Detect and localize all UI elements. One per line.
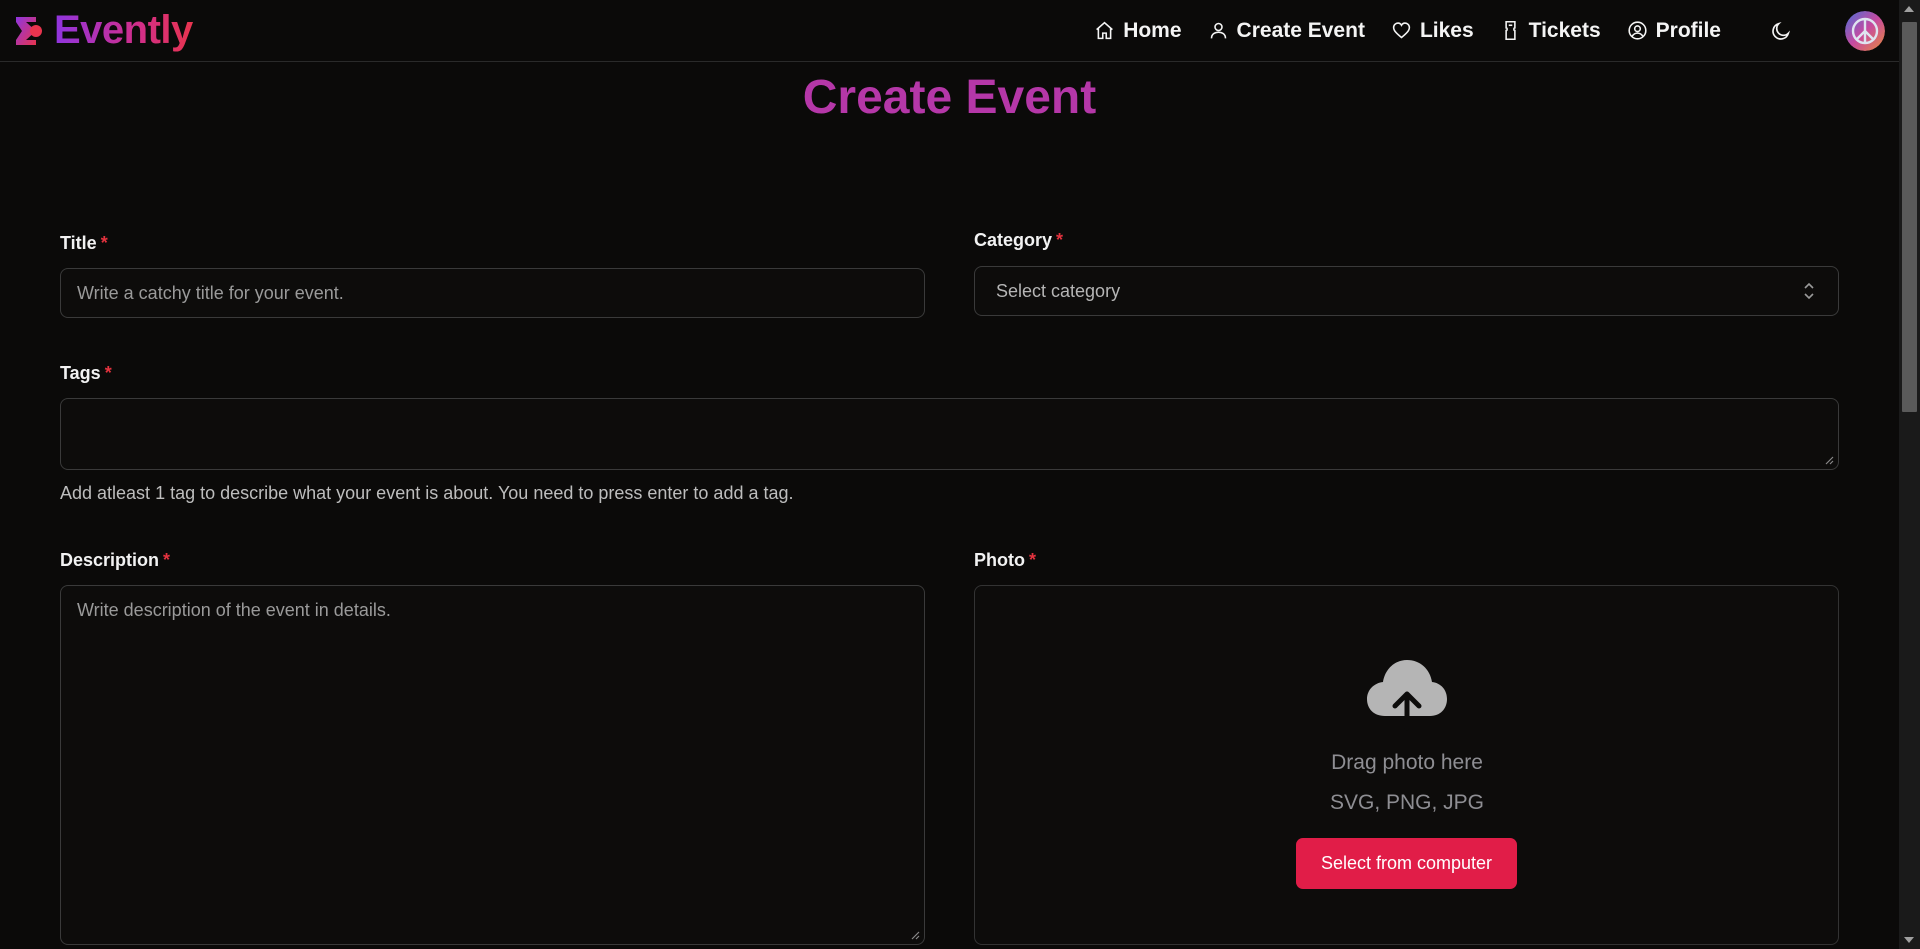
tags-helper-text: Add atleast 1 tag to describe what your … <box>60 483 794 503</box>
resize-handle-icon[interactable] <box>1824 455 1834 465</box>
chevron-up-down-icon <box>1804 282 1814 300</box>
peace-avatar-icon <box>1845 10 1885 51</box>
scroll-up-arrow-icon[interactable] <box>1904 6 1914 12</box>
description-label: Description * <box>60 550 170 571</box>
nav-home[interactable]: Home <box>1094 18 1182 43</box>
heart-icon <box>1392 22 1411 39</box>
top-navbar: Evently Home Create Event Likes Tickets … <box>0 0 1899 62</box>
required-marker: * <box>163 550 171 570</box>
tags-label: Tags * <box>60 363 112 384</box>
user-icon <box>1210 22 1226 39</box>
category-selected-value: Select category <box>996 281 1121 301</box>
required-marker: * <box>1029 550 1037 570</box>
brand[interactable]: Evently <box>14 8 193 53</box>
photo-formats-text: SVG, PNG, JPG <box>1329 791 1485 814</box>
photo-label-text: Photo <box>974 550 1025 570</box>
main-nav: Home Create Event Likes Tickets Profile <box>1094 10 1885 51</box>
category-select[interactable]: Select category <box>974 266 1839 316</box>
scroll-thumb[interactable] <box>1902 22 1917 412</box>
nav-likes-label: Likes <box>1419 18 1474 42</box>
nav-create-event[interactable]: Create Event <box>1208 19 1365 43</box>
required-marker: * <box>104 363 112 383</box>
evently-logo-icon <box>16 16 42 45</box>
tags-label-text: Tags <box>60 363 101 383</box>
avatar[interactable] <box>1845 10 1885 51</box>
theme-toggle-button[interactable] <box>1767 17 1795 45</box>
title-label: Title * <box>60 233 108 254</box>
description-placeholder: Write description of the event in detail… <box>77 600 391 620</box>
select-from-computer-button[interactable]: Select from computer <box>1296 838 1517 889</box>
page-title: Create Event <box>802 71 1097 124</box>
resize-handle-icon[interactable] <box>910 930 920 940</box>
category-label: Category * <box>974 230 1063 251</box>
tags-textarea[interactable] <box>60 398 1839 470</box>
required-marker: * <box>100 233 108 253</box>
nav-likes[interactable]: Likes <box>1391 19 1474 43</box>
photo-dropzone[interactable]: Drag photo here SVG, PNG, JPG Select fro… <box>974 585 1839 945</box>
title-input[interactable]: Write a catchy title for your event. <box>60 268 925 318</box>
description-label-text: Description <box>60 550 160 570</box>
title-label-text: Title <box>60 233 97 253</box>
scroll-down-arrow-icon[interactable] <box>1904 937 1914 943</box>
user-circle-icon <box>1628 21 1647 40</box>
cloud-upload-icon <box>1367 660 1447 731</box>
ticket-icon <box>1504 20 1516 41</box>
home-icon <box>1096 21 1114 40</box>
nav-tickets-label: Tickets <box>1528 18 1601 42</box>
nav-tickets[interactable]: Tickets <box>1500 19 1601 43</box>
photo-label: Photo * <box>974 550 1036 571</box>
page-scrollbar[interactable] <box>1899 0 1920 949</box>
description-textarea[interactable]: Write description of the event in detail… <box>60 585 925 945</box>
nav-profile-label: Profile <box>1655 18 1721 42</box>
brand-name: Evently <box>54 8 193 52</box>
title-input-placeholder: Write a catchy title for your event. <box>77 283 344 303</box>
nav-create-event-label: Create Event <box>1236 18 1365 42</box>
nav-home-label: Home <box>1123 18 1182 42</box>
moon-icon <box>1772 21 1791 40</box>
required-marker: * <box>1056 230 1064 250</box>
category-label-text: Category <box>974 230 1053 250</box>
photo-drop-text: Drag photo here <box>1331 751 1483 774</box>
nav-profile[interactable]: Profile <box>1627 19 1721 43</box>
